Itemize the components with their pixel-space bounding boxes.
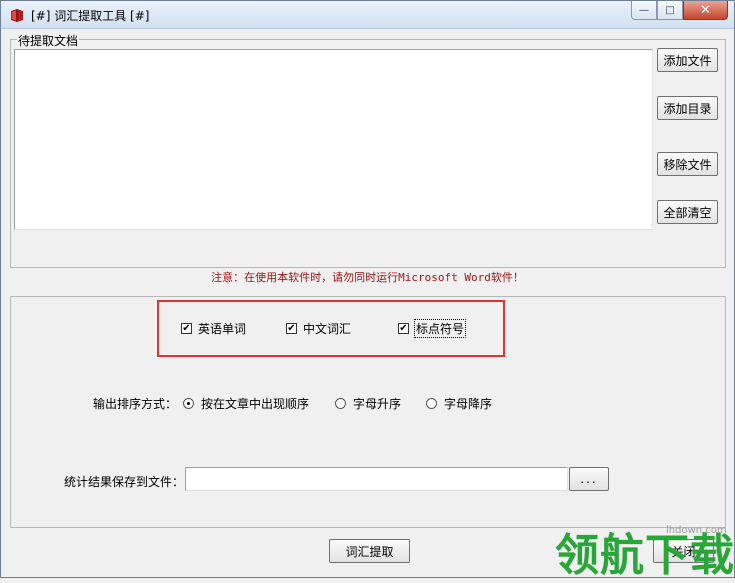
book-app-icon	[11, 9, 23, 22]
minimize-button[interactable]: —	[631, 1, 657, 20]
checkbox-check-icon: ✔	[398, 322, 409, 334]
browse-button[interactable]: ...	[569, 467, 609, 491]
documents-group-label: 待提取文档	[17, 32, 80, 49]
sort-order-label: 输出排序方式：	[93, 397, 178, 411]
english-words-checkbox[interactable]: ✔ 英语单词	[181, 320, 246, 337]
close-window-button[interactable]: ✕	[683, 1, 728, 20]
add-folder-button[interactable]: 添加目录	[657, 96, 718, 120]
save-path-label: 统计结果保存到文件：	[64, 475, 185, 489]
checkbox-check-icon: ✔	[286, 322, 297, 334]
sort-option-label: 按在文章中出现顺序	[201, 397, 310, 411]
punctuation-label: 标点符号	[413, 319, 467, 338]
maximize-icon: □	[665, 4, 675, 16]
save-path-input[interactable]	[185, 467, 568, 491]
maximize-button[interactable]: □	[657, 1, 683, 20]
app-window: [#] 词汇提取工具 [#] — □ ✕ 待提取文档 添加文件 添加目录 移除文…	[0, 0, 735, 581]
clear-all-button[interactable]: 全部清空	[657, 200, 718, 224]
chinese-words-checkbox[interactable]: ✔ 中文词汇	[286, 320, 351, 337]
close-icon: ✕	[700, 2, 711, 18]
english-words-label: 英语单词	[198, 322, 247, 336]
window-title: [#] 词汇提取工具 [#]	[31, 9, 150, 23]
sort-radio-appearance[interactable]: 按在文章中出现顺序	[183, 395, 309, 412]
radio-selected-icon	[183, 398, 194, 409]
title-bar[interactable]: [#] 词汇提取工具 [#] — □ ✕	[1, 1, 734, 29]
sort-option-label: 字母降序	[444, 397, 493, 411]
radio-unselected-icon	[335, 398, 346, 409]
extract-words-button[interactable]: 词汇提取	[329, 539, 410, 563]
caption-buttons: — □ ✕	[631, 1, 728, 21]
minimize-icon: —	[639, 4, 649, 16]
chinese-words-label: 中文词汇	[303, 322, 352, 336]
add-file-button[interactable]: 添加文件	[657, 48, 718, 72]
sort-radio-ascending[interactable]: 字母升序	[335, 395, 401, 412]
document-list[interactable]	[14, 49, 653, 230]
radio-unselected-icon	[426, 398, 437, 409]
punctuation-checkbox[interactable]: ✔ 标点符号	[398, 319, 467, 338]
sort-radio-descending[interactable]: 字母降序	[426, 395, 492, 412]
remove-file-button[interactable]: 移除文件	[657, 152, 718, 176]
checkbox-check-icon: ✔	[181, 322, 192, 334]
sort-option-label: 字母升序	[353, 397, 402, 411]
word-warning-notice: 注意：在使用本软件时，请勿同时运行Microsoft Word软件！	[211, 271, 524, 284]
watermark-url: lhdown.com	[666, 525, 727, 536]
